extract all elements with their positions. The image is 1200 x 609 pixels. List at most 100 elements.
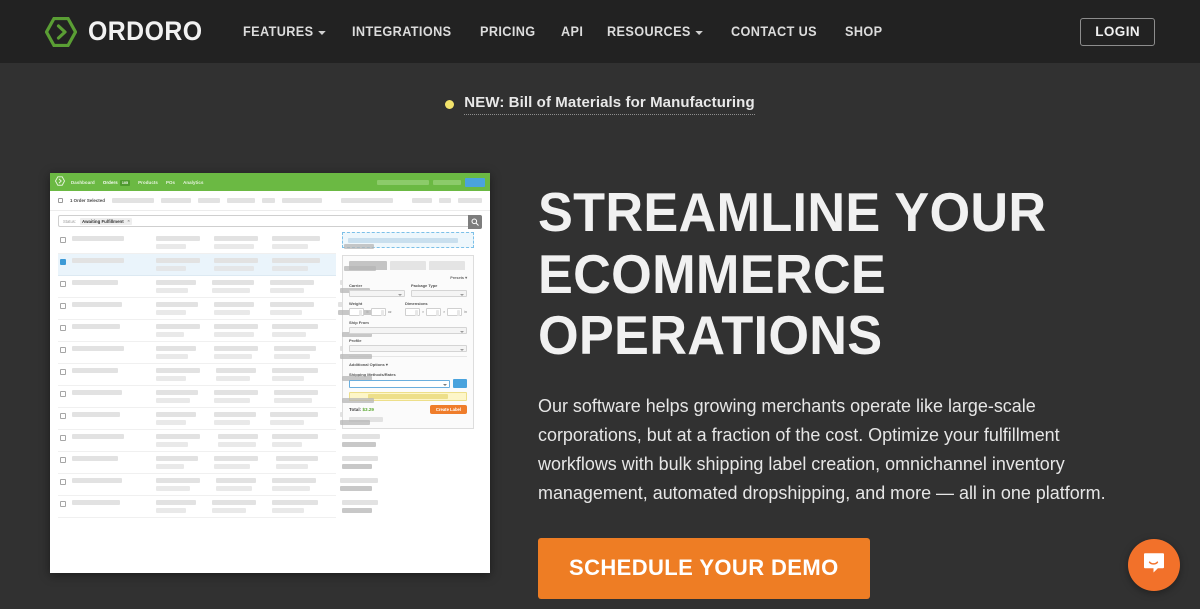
- table-row[interactable]: [58, 232, 380, 254]
- weight-oz-unit: oz: [387, 310, 392, 314]
- login-button[interactable]: LOGIN: [1080, 18, 1155, 46]
- close-icon[interactable]: ×: [127, 218, 129, 223]
- dimension-width-input[interactable]: [426, 308, 442, 316]
- weight-lb-input[interactable]: [349, 308, 364, 316]
- weight-oz-input[interactable]: [370, 308, 386, 316]
- row-checkbox[interactable]: [60, 259, 66, 265]
- selection-count-label: 1 Order Selected: [70, 198, 105, 203]
- orders-count-badge: 105: [119, 179, 131, 186]
- row-checkbox[interactable]: [60, 281, 66, 287]
- dimension-separator: ×: [443, 310, 446, 314]
- placeholder-bar: [458, 198, 482, 203]
- app-filter-bar: Status: Awaiting Fulfillment ×: [50, 211, 490, 232]
- dimensions-unit: in: [464, 310, 467, 314]
- announcement-link[interactable]: NEW: Bill of Materials for Manufacturing: [445, 94, 755, 115]
- app-tab-orders[interactable]: Orders 105: [103, 179, 131, 186]
- app-selection-bar: 1 Order Selected: [50, 191, 490, 211]
- app-header-primary-button[interactable]: [465, 178, 485, 187]
- orders-list: [58, 232, 380, 518]
- weight-field: Weight lb oz: [349, 301, 399, 316]
- filter-search-field[interactable]: Status: Awaiting Fulfillment ×: [58, 215, 482, 229]
- primary-nav-links: FEATURES INTEGRATIONS PRICING API RESOUR…: [243, 24, 885, 39]
- row-checkbox[interactable]: [60, 303, 66, 309]
- total-row: Total: $3.29 Create Label: [349, 405, 467, 414]
- brand-logo[interactable]: ORDORO: [45, 16, 213, 47]
- row-checkbox[interactable]: [60, 347, 66, 353]
- nav-item-resources[interactable]: RESOURCES: [607, 24, 704, 39]
- chat-launcher-button[interactable]: [1128, 539, 1180, 591]
- dimension-length-input[interactable]: [404, 308, 420, 316]
- placeholder-bar: [261, 198, 276, 203]
- row-checkbox[interactable]: [60, 479, 66, 485]
- table-row[interactable]: [58, 452, 378, 474]
- table-row[interactable]: [58, 430, 380, 452]
- shipping-tab[interactable]: [390, 261, 426, 270]
- create-label-button[interactable]: Create Label: [429, 405, 467, 414]
- package-type-select[interactable]: [411, 290, 467, 297]
- headline-line-2: ECOMMERCE OPERATIONS: [538, 242, 887, 367]
- placeholder-bar: [348, 237, 458, 243]
- row-checkbox[interactable]: [60, 325, 66, 331]
- placeholder-bar: [341, 198, 394, 203]
- nav-item-contact-us[interactable]: CONTACT US: [731, 24, 817, 39]
- app-header-bar: Dashboard Orders 105 Products POs Analyti…: [50, 173, 490, 191]
- nav-item-api[interactable]: API: [561, 24, 583, 39]
- table-row[interactable]: [58, 320, 378, 342]
- app-header-actions: [377, 178, 485, 187]
- nav-item-integrations[interactable]: INTEGRATIONS: [352, 24, 451, 39]
- ship-from-field: Ship From: [349, 320, 467, 334]
- shipping-methods-select[interactable]: [349, 379, 450, 388]
- select-all-checkbox[interactable]: [58, 198, 63, 203]
- row-checkbox[interactable]: [60, 237, 66, 243]
- carrier-field: Carrier: [349, 283, 405, 297]
- row-checkbox[interactable]: [60, 501, 66, 507]
- dimensions-label: Dimensions: [404, 301, 428, 306]
- table-row[interactable]: [58, 408, 376, 430]
- table-row[interactable]: [58, 298, 376, 320]
- placeholder-bar: [197, 198, 220, 203]
- row-checkbox[interactable]: [60, 457, 66, 463]
- app-tab-analytics[interactable]: Analytics: [183, 180, 203, 185]
- filter-chip-label: Awaiting Fulfillment: [82, 218, 124, 224]
- row-checkbox[interactable]: [60, 369, 66, 375]
- row-checkbox[interactable]: [60, 391, 66, 397]
- weight-label: Weight: [349, 301, 363, 306]
- app-tab-pos[interactable]: POs: [166, 180, 175, 185]
- table-row[interactable]: [58, 364, 378, 386]
- ship-from-select[interactable]: [349, 327, 467, 334]
- nav-item-shop[interactable]: SHOP: [845, 24, 882, 39]
- placeholder-bar: [368, 394, 448, 399]
- search-icon[interactable]: [468, 215, 482, 229]
- nav-item-features[interactable]: FEATURES: [243, 24, 326, 39]
- shipping-tab[interactable]: [429, 261, 465, 270]
- nav-item-pricing[interactable]: PRICING: [480, 24, 536, 39]
- hero-copy: STREAMLINE YOUR ECOMMERCE OPERATIONS Our…: [538, 181, 1158, 599]
- table-row[interactable]: [58, 474, 378, 496]
- table-row[interactable]: [58, 254, 380, 276]
- table-row[interactable]: [58, 496, 378, 518]
- app-tab-products[interactable]: Products: [138, 180, 158, 185]
- get-rates-button[interactable]: [453, 379, 467, 388]
- schedule-demo-button[interactable]: SCHEDULE YOUR DEMO: [538, 537, 870, 599]
- row-checkbox[interactable]: [60, 435, 66, 441]
- row-checkbox[interactable]: [60, 413, 66, 419]
- filter-key-label: Status:: [63, 218, 77, 224]
- presets-dropdown[interactable]: Presets ▾: [349, 275, 467, 280]
- chat-bubble-icon: [1141, 550, 1167, 581]
- dimension-height-input[interactable]: [447, 308, 463, 316]
- profile-select[interactable]: [349, 345, 467, 352]
- ordoro-hexagon-icon: [54, 173, 71, 191]
- table-row[interactable]: [58, 342, 378, 364]
- app-tab-dashboard[interactable]: Dashboard: [71, 180, 95, 185]
- page-title: STREAMLINE YOUR ECOMMERCE OPERATIONS: [538, 181, 1127, 367]
- filter-chip-awaiting-fulfillment[interactable]: Awaiting Fulfillment ×: [80, 217, 132, 225]
- app-content-area: Presets ▾ Carrier Package Type Weight oz…: [50, 232, 490, 518]
- placeholder-bar: [111, 198, 154, 203]
- shipping-methods-field: Shipping Methods/Rates: [349, 372, 467, 388]
- table-row[interactable]: [58, 386, 380, 408]
- table-row[interactable]: [58, 276, 376, 298]
- nav-item-label: API: [561, 24, 584, 39]
- nav-item-label: RESOURCES: [607, 24, 691, 39]
- placeholder-bar: [433, 180, 461, 185]
- carrier-select[interactable]: [349, 290, 405, 297]
